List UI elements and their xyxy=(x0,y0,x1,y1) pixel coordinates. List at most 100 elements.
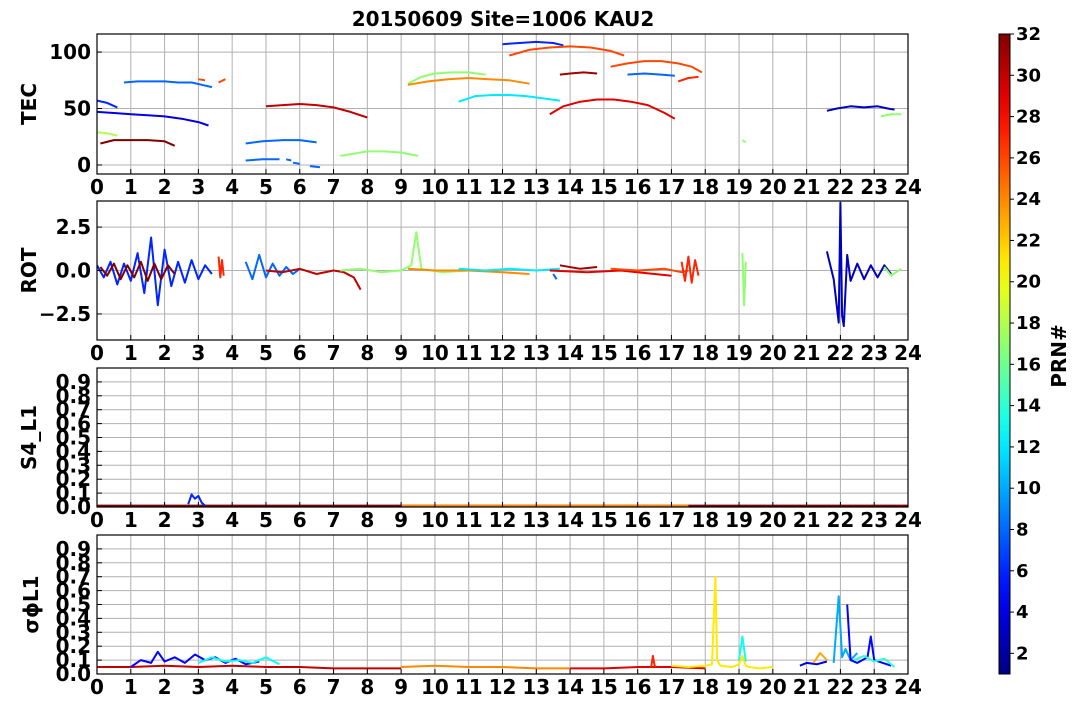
x-tick-label: 9 xyxy=(394,341,408,365)
x-tick-label: 0 xyxy=(90,675,104,699)
x-tick-label: 10 xyxy=(421,341,449,365)
series-line-prn8 xyxy=(309,165,321,169)
x-tick-label: 8 xyxy=(360,675,374,699)
series-line-prn17 xyxy=(880,113,902,118)
x-tick-label: 9 xyxy=(394,508,408,532)
x-tick-label: 21 xyxy=(793,175,821,199)
series-line-prn29 xyxy=(549,98,676,120)
colorbar-tick-label: 20 xyxy=(1016,272,1041,293)
x-tick-label: 1 xyxy=(124,341,138,365)
colorbar-tick-label: 14 xyxy=(1016,396,1041,417)
x-tick-label: 7 xyxy=(327,508,341,532)
series-line-prn17 xyxy=(340,231,469,274)
series-line-prn8 xyxy=(627,72,675,77)
x-tick-label: 3 xyxy=(191,175,205,199)
series-line-prn26 xyxy=(198,78,206,82)
x-tick-label: 19 xyxy=(725,341,753,365)
x-tick-label: 0 xyxy=(90,341,104,365)
x-tick-label: 17 xyxy=(658,508,686,532)
figure: 20150609 Site=1006 KAU2 0 1 2 3 4 5 6 7 8 9 10 11 12… xyxy=(17,7,1071,699)
colorbar-tick-label: 16 xyxy=(1016,354,1041,375)
series-line-prn17 xyxy=(741,139,747,144)
y-tick-label: 0.9 xyxy=(56,370,91,394)
colorbar-tick-label: 10 xyxy=(1016,478,1041,499)
y-tick-label: 50 xyxy=(63,97,91,121)
x-tick-label: 8 xyxy=(360,508,374,532)
x-tick-label: 19 xyxy=(725,675,753,699)
panel-2: 0 1 2 3 4 5 6 7 8 9 10 11 12 13 14 15 16 17 18 19 20 21 22 23 24… xyxy=(17,200,922,365)
colorbar-tick-label: 28 xyxy=(1016,107,1041,128)
series-line-prn8 xyxy=(245,158,280,162)
x-tick-label: 16 xyxy=(624,675,652,699)
series-line-prn26 xyxy=(610,267,689,274)
series-group xyxy=(97,40,902,169)
x-tick-label: 20 xyxy=(759,175,787,199)
x-tick-label: 5 xyxy=(259,175,273,199)
y-tick-label: 100 xyxy=(49,40,91,64)
x-tick-label: 12 xyxy=(489,508,517,532)
x-tick-label: 22 xyxy=(826,508,854,532)
x-tick-label: 5 xyxy=(259,341,273,365)
chart-title: 20150609 Site=1006 KAU2 xyxy=(352,7,655,31)
x-tick-label: 6 xyxy=(293,675,307,699)
x-tick-label: 15 xyxy=(590,675,618,699)
y-axis-label: ROT xyxy=(17,247,41,293)
colorbar-tick-label: 6 xyxy=(1016,561,1029,582)
colorbar-scale xyxy=(998,33,1011,675)
x-tick-label: 16 xyxy=(624,175,652,199)
series-line-prn27 xyxy=(677,75,699,83)
x-tick-label: 1 xyxy=(124,175,138,199)
y-tick-label: −2.5 xyxy=(39,302,91,326)
series-line-prn32 xyxy=(100,139,176,147)
x-tick-label: 1 xyxy=(124,508,138,532)
series-line-prn30 xyxy=(97,664,402,670)
x-tick-label: 3 xyxy=(191,341,205,365)
series-line-prn8 xyxy=(292,161,300,165)
x-tick-label: 21 xyxy=(793,675,821,699)
x-tick-label: 23 xyxy=(860,341,888,365)
x-tick-label: 7 xyxy=(327,675,341,699)
x-tick-label: 23 xyxy=(860,508,888,532)
x-tick-label: 22 xyxy=(826,341,854,365)
x-tick-label: 21 xyxy=(793,508,821,532)
series-line-prn24 xyxy=(401,664,571,670)
x-tick-label: 19 xyxy=(725,175,753,199)
y-tick-label: 2.5 xyxy=(56,215,91,239)
x-tick-label: 14 xyxy=(556,508,584,532)
x-tick-label: 5 xyxy=(259,508,273,532)
series-line-prn30 xyxy=(265,267,362,291)
x-tick-label: 1 xyxy=(124,675,138,699)
x-tick-label: 6 xyxy=(293,175,307,199)
x-tick-label: 12 xyxy=(489,175,517,199)
x-tick-label: 18 xyxy=(691,341,719,365)
x-tick-label: 4 xyxy=(225,508,239,532)
y-tick-label: 0.0 xyxy=(56,259,91,283)
colorbar: 2468101214161820222426283032PRN# xyxy=(998,24,1071,675)
x-tick-label: 12 xyxy=(489,675,517,699)
x-tick-label: 15 xyxy=(590,175,618,199)
x-tick-label: 14 xyxy=(556,341,584,365)
x-tick-label: 16 xyxy=(624,508,652,532)
x-tick-label: 15 xyxy=(590,508,618,532)
x-tick-label: 15 xyxy=(590,341,618,365)
colorbar-label: PRN# xyxy=(1047,324,1071,388)
x-tick-label: 20 xyxy=(759,508,787,532)
series-line-prn31 xyxy=(559,71,598,76)
series-line-prn6 xyxy=(502,40,564,47)
x-tick-label: 8 xyxy=(360,175,374,199)
colorbar-tick-label: 26 xyxy=(1016,148,1041,169)
colorbar-tick-label: 4 xyxy=(1016,602,1029,623)
x-tick-label: 0 xyxy=(90,175,104,199)
series-line-prn6 xyxy=(97,236,213,307)
x-tick-label: 18 xyxy=(691,675,719,699)
x-tick-label: 13 xyxy=(522,175,550,199)
x-tick-label: 8 xyxy=(360,341,374,365)
x-tick-label: 21 xyxy=(793,341,821,365)
x-tick-label: 13 xyxy=(522,675,550,699)
x-tick-label: 24 xyxy=(894,675,922,699)
x-tick-label: 12 xyxy=(489,341,517,365)
y-axis-label: σϕL1 xyxy=(19,575,43,633)
series-line-prn8 xyxy=(285,158,292,162)
x-tick-label: 16 xyxy=(624,341,652,365)
x-tick-label: 24 xyxy=(894,508,922,532)
